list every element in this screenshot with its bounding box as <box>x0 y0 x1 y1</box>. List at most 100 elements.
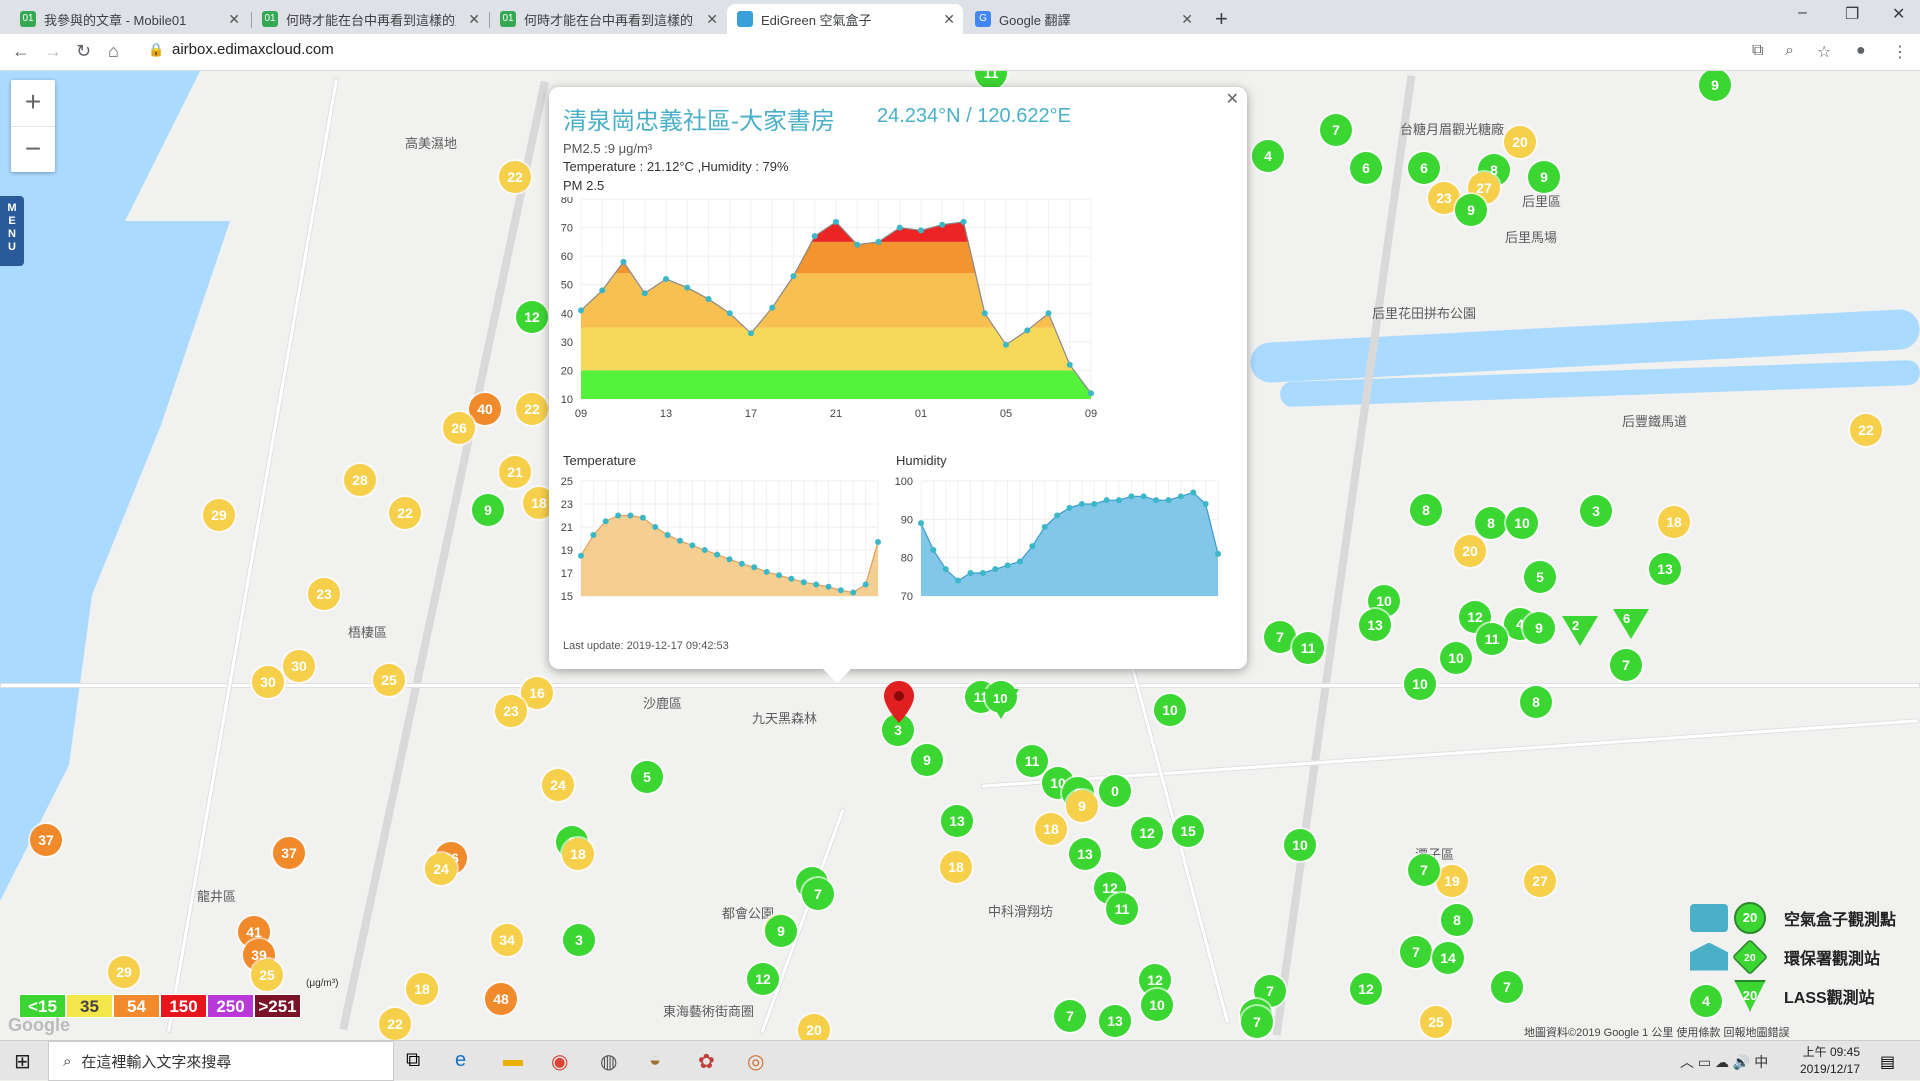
station-marker[interactable]: 9 <box>1528 161 1560 193</box>
clock[interactable]: 上午 09:45 2019/12/17 <box>1800 1044 1860 1078</box>
edge-icon[interactable]: e <box>455 1049 466 1072</box>
station-marker[interactable]: 7 <box>1241 1006 1273 1038</box>
tab-article-1[interactable]: 01 何時才能在台中再看到這樣的藍天 ✕ <box>252 4 488 34</box>
station-marker[interactable]: 7 <box>1400 936 1432 968</box>
taskbar-search[interactable]: ⌕ 在這裡輸入文字來搜尋 <box>48 1041 394 1081</box>
window-close-icon[interactable]: ✕ <box>1892 4 1905 24</box>
station-marker[interactable]: 13 <box>1359 609 1391 641</box>
system-tray-icons[interactable]: ︿ ▭ ☁ 🔊 中 <box>1680 1052 1768 1072</box>
lass-station-marker[interactable]: 2 <box>1562 616 1598 646</box>
station-marker[interactable]: 7 <box>1610 649 1642 681</box>
station-marker[interactable]: 10 <box>1284 829 1316 861</box>
station-marker[interactable]: 13 <box>941 805 973 837</box>
station-marker[interactable]: 12 <box>1350 973 1382 1005</box>
zoom-icon[interactable]: ⌕ <box>1785 42 1794 60</box>
station-marker[interactable]: 7 <box>1491 971 1523 1003</box>
station-marker[interactable]: 37 <box>273 837 305 869</box>
station-marker[interactable]: 10 <box>1404 668 1436 700</box>
station-marker[interactable]: 5 <box>631 761 663 793</box>
minimize-icon[interactable]: – <box>1798 4 1807 22</box>
zoom-out-button[interactable]: − <box>11 126 55 172</box>
station-marker[interactable]: 9 <box>1699 71 1731 101</box>
station-marker[interactable]: 18 <box>562 838 594 870</box>
station-marker[interactable]: 23 <box>495 695 527 727</box>
station-marker[interactable]: 9 <box>1523 612 1555 644</box>
station-marker[interactable]: 12 <box>747 963 779 995</box>
station-marker[interactable]: 9 <box>1455 194 1487 226</box>
station-marker[interactable]: 24 <box>542 769 574 801</box>
tab-article-2[interactable]: 01 何時才能在台中再看到這樣的藍天 ✕ <box>490 4 726 34</box>
station-marker[interactable]: 22 <box>389 497 421 529</box>
back-icon[interactable]: ← <box>12 41 30 62</box>
notification-icon[interactable]: ▤ <box>1880 1052 1895 1072</box>
new-tab-button[interactable]: + <box>1215 6 1228 32</box>
station-marker[interactable]: 10 <box>1440 642 1472 674</box>
station-marker[interactable]: 8 <box>1475 507 1507 539</box>
station-marker[interactable]: 22 <box>499 161 531 193</box>
restore-icon[interactable]: ❐ <box>1845 4 1859 24</box>
lock-icon[interactable]: 🔒 <box>148 42 164 58</box>
close-icon[interactable]: ✕ <box>468 11 480 28</box>
station-marker[interactable]: 26 <box>443 412 475 444</box>
station-marker[interactable]: 29 <box>108 956 140 988</box>
station-marker[interactable]: 15 <box>1172 815 1204 847</box>
station-marker[interactable]: 20 <box>798 1014 830 1040</box>
station-marker[interactable]: 25 <box>251 959 283 991</box>
reload-icon[interactable]: ↻ <box>76 41 91 62</box>
station-marker[interactable]: 30 <box>252 666 284 698</box>
station-marker[interactable]: 18 <box>406 973 438 1005</box>
station-marker[interactable]: 7 <box>1408 854 1440 886</box>
station-marker[interactable]: 25 <box>373 664 405 696</box>
station-marker[interactable]: 12 <box>1131 817 1163 849</box>
station-marker[interactable]: 40 <box>469 393 501 425</box>
station-marker[interactable]: 7 <box>1320 114 1352 146</box>
station-marker[interactable]: 18 <box>1035 813 1067 845</box>
menu-button[interactable]: MENU <box>0 196 24 266</box>
station-marker[interactable]: 20 <box>1504 126 1536 158</box>
station-marker[interactable]: 28 <box>344 464 376 496</box>
station-marker[interactable]: 6 <box>1350 152 1382 184</box>
station-marker[interactable]: 8 <box>1410 494 1442 526</box>
app-icon[interactable]: ◍ <box>600 1049 617 1074</box>
station-marker[interactable]: 25 <box>1420 1006 1452 1038</box>
station-marker[interactable]: 27 <box>1524 865 1556 897</box>
station-marker[interactable]: 3 <box>563 924 595 956</box>
more-menu-icon[interactable]: ⋮ <box>1892 42 1908 62</box>
station-marker[interactable]: 9 <box>472 494 504 526</box>
station-marker[interactable]: 18 <box>940 851 972 883</box>
tab-mobile01[interactable]: 01 我參與的文章 - Mobile01 ✕ <box>10 4 248 34</box>
station-marker[interactable]: 22 <box>516 393 548 425</box>
translate-page-icon[interactable]: ⧉ <box>1752 42 1763 60</box>
station-marker[interactable]: 34 <box>491 924 523 956</box>
station-marker[interactable]: 4 <box>1252 140 1284 172</box>
station-marker[interactable]: 9 <box>1066 790 1098 822</box>
address-bar[interactable]: airbox.edimaxcloud.com <box>172 41 334 58</box>
station-marker[interactable]: 6 <box>1408 152 1440 184</box>
station-marker[interactable]: 5 <box>1524 561 1556 593</box>
popup-close-icon[interactable]: ✕ <box>1226 89 1239 109</box>
app-icon[interactable]: ◒ <box>649 1049 661 1072</box>
location-pin-icon[interactable] <box>884 681 914 723</box>
station-marker[interactable]: 12 <box>516 301 548 333</box>
station-marker[interactable]: 9 <box>765 915 797 947</box>
station-marker[interactable]: 22 <box>1850 414 1882 446</box>
station-marker[interactable]: 14 <box>1432 942 1464 974</box>
station-marker[interactable]: 8 <box>1520 686 1552 718</box>
station-marker[interactable]: 29 <box>203 499 235 531</box>
home-icon[interactable]: ⌂ <box>108 41 119 62</box>
tab-edigreen[interactable]: EdiGreen 空氣盒子 ✕ <box>727 4 963 34</box>
station-marker[interactable]: 11 <box>1016 745 1048 777</box>
station-marker[interactable]: 23 <box>308 578 340 610</box>
chrome-icon[interactable]: ◉ <box>551 1049 568 1074</box>
app-icon[interactable]: ◎ <box>747 1049 764 1074</box>
station-marker[interactable]: 11 <box>1106 893 1138 925</box>
close-icon[interactable]: ✕ <box>706 11 718 28</box>
station-marker[interactable]: 10 <box>1506 507 1538 539</box>
station-marker[interactable]: 10 <box>1154 694 1186 726</box>
station-marker[interactable]: 24 <box>425 853 457 885</box>
station-marker[interactable]: 9 <box>911 744 943 776</box>
station-marker[interactable]: 7 <box>802 878 834 910</box>
station-marker[interactable]: 11 <box>1292 632 1324 664</box>
station-marker[interactable]: 22 <box>379 1008 411 1040</box>
station-marker[interactable]: 13 <box>1069 838 1101 870</box>
